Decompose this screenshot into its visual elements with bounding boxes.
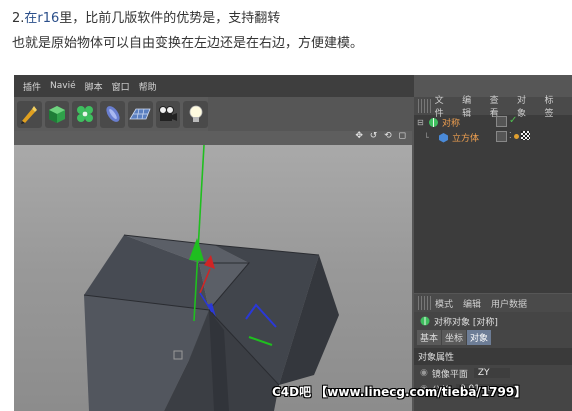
attribute-object-title: 对称对象 [对称] — [414, 312, 572, 330]
am-menu-userdata[interactable]: 用户数据 — [491, 297, 527, 310]
cube-primitive-icon[interactable] — [44, 100, 70, 128]
am-menu-mode[interactable]: 模式 — [435, 297, 453, 310]
3d-viewport[interactable] — [14, 145, 412, 411]
section-object-properties: 对象属性 — [414, 348, 572, 365]
menu-item-script[interactable]: 脚本 — [85, 80, 103, 93]
viewport-header: ✥ ↺ ⟲ ◻ — [14, 131, 412, 145]
mirror-plane-field: ◉ 镜像平面 ZY — [414, 365, 572, 381]
phong-tag-icon[interactable] — [514, 134, 519, 139]
attribute-manager-menu: 模式 编辑 用户数据 — [414, 294, 572, 312]
enabled-check-icon[interactable]: ✓ — [509, 115, 517, 126]
symmetry-object-icon — [429, 118, 438, 127]
mirror-plane-select[interactable]: ZY — [473, 368, 510, 378]
mirror-plane-label: 镜像平面 — [431, 369, 468, 380]
transform-gizmo[interactable] — [14, 145, 412, 411]
menu-item-navie[interactable]: Navié — [50, 81, 76, 91]
object-name-symmetry[interactable]: 对称 — [442, 116, 460, 129]
collapse-toggle-icon[interactable]: ⊟ — [417, 118, 425, 127]
menu-item-plugins[interactable]: 插件 — [23, 80, 41, 93]
c4d-screenshot: 插件 Navié 脚本 窗口 帮助 ✥ ↺ ⟲ ◻ 文件 编辑 查看 对象 标签… — [14, 75, 572, 411]
intro-line-2: 也就是原始物体可以自由变换在左边还是在右边，方便建模。 — [12, 36, 364, 51]
intro-accent-text: 在r16 — [24, 11, 60, 26]
radio-icon[interactable]: ◉ — [420, 368, 428, 378]
menu-bar: 插件 Navié 脚本 窗口 帮助 — [14, 75, 414, 97]
object-manager-menu: 文件 编辑 查看 对象 标签 — [414, 96, 572, 119]
tab-coord[interactable]: 坐标 — [442, 330, 467, 345]
menu-item-help[interactable]: 帮助 — [139, 80, 157, 93]
camera-icon[interactable] — [155, 100, 181, 128]
layer-checkbox-icon[interactable] — [496, 116, 507, 127]
deformer-icon[interactable] — [100, 100, 125, 128]
cube-object-icon — [439, 133, 448, 143]
floor-plane-icon[interactable] — [127, 100, 153, 128]
viewport-nav-icons[interactable]: ✥ ↺ ⟲ ◻ — [355, 131, 408, 141]
pen-tool-icon[interactable] — [17, 100, 42, 128]
object-manager: 文件 编辑 查看 对象 标签 ⊟ 对称 ✓ └ 立方体 ⁚ — [414, 96, 572, 293]
intro-line-1: 2.在r16里，比前几版软件的优势是，支持翻转 — [12, 11, 281, 26]
intro-text: 2.在r16里，比前几版软件的优势是，支持翻转 也就是原始物体可以自由变换在左边… — [12, 6, 562, 56]
tab-object[interactable]: 对象 — [467, 330, 492, 345]
panel-grip-icon[interactable] — [418, 296, 432, 310]
am-menu-edit[interactable]: 编辑 — [463, 297, 481, 310]
attribute-sub-tabs: 基本 坐标 对象 — [414, 330, 572, 345]
hierarchy-line-icon: └ — [424, 133, 429, 142]
menu-item-window[interactable]: 窗口 — [112, 80, 130, 93]
panel-grip-icon[interactable] — [418, 99, 432, 113]
light-bulb-icon[interactable] — [183, 100, 209, 128]
tab-basic[interactable]: 基本 — [417, 330, 442, 345]
visibility-dots-icon[interactable]: ⁚ — [509, 131, 512, 140]
watermark-text: C4D吧 【www.linecg.com/tieba/1799】 — [272, 385, 527, 399]
object-row-symmetry[interactable]: ⊟ 对称 ✓ — [414, 115, 572, 130]
symmetry-object-icon — [420, 316, 430, 326]
toolbar — [14, 97, 209, 131]
object-name-cube[interactable]: 立方体 — [452, 131, 479, 144]
material-tag-icon[interactable] — [521, 131, 530, 140]
cloner-icon[interactable] — [72, 100, 98, 128]
object-row-cube[interactable]: └ 立方体 ⁚ — [414, 130, 572, 145]
layer-checkbox-icon[interactable] — [496, 131, 507, 142]
